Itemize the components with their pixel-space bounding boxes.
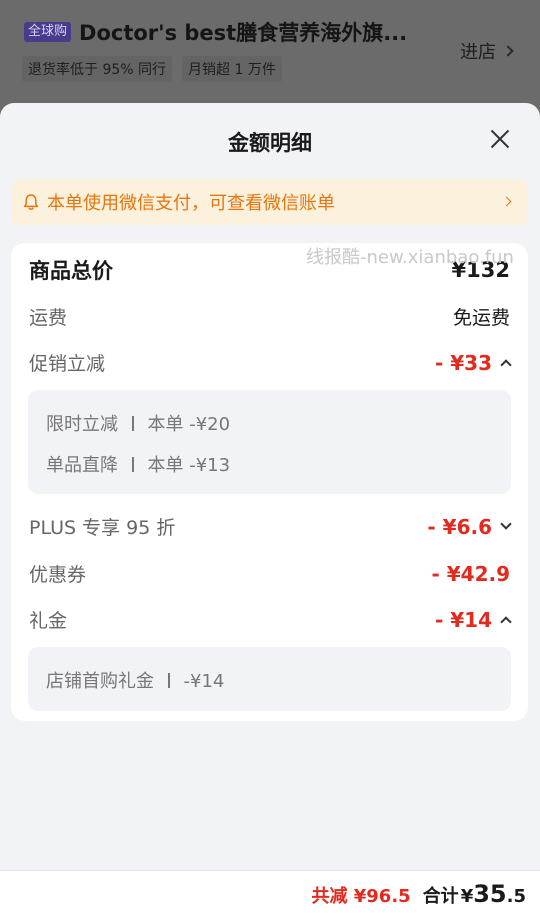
separator bbox=[132, 416, 134, 431]
promo-detail-desc: 本单 -¥13 bbox=[147, 455, 231, 476]
watermark: 线报酷-new.xianbao.fun bbox=[306, 247, 514, 268]
plus-discount-value: - ¥6.6 bbox=[427, 514, 512, 539]
separator bbox=[132, 457, 134, 472]
store-tag-return-rate: 退货率低于 95% 同行 bbox=[22, 56, 173, 82]
amount-detail-sheet: 金额明细 本单使用微信支付，可查看微信账单 商品总价 ¥132 运费 免运费 促… bbox=[0, 103, 540, 915]
total-summary: 共减 ¥96.5 合计 ¥ 35 .5 bbox=[311, 880, 526, 908]
store-title-row: 全球购 Doctor's best膳食营养海外旗... bbox=[24, 17, 407, 47]
total-amount-decimal: .5 bbox=[506, 886, 526, 907]
promo-label: 促销立减 bbox=[29, 353, 106, 375]
gift-row[interactable]: 礼金 - ¥14 bbox=[29, 606, 512, 633]
chevron-down-icon[interactable] bbox=[500, 518, 512, 530]
separator bbox=[168, 673, 170, 688]
plus-discount-label: PLUS 专享 95 折 bbox=[29, 517, 176, 539]
promo-detail-box: 限时立减 本单 -¥20 单品直降 本单 -¥13 bbox=[28, 390, 511, 494]
promo-detail-name: 限时立减 bbox=[46, 414, 118, 435]
promo-detail-desc: 本单 -¥20 bbox=[147, 414, 231, 435]
gift-amount: - ¥14 bbox=[434, 607, 492, 632]
store-tags: 退货率低于 95% 同行 月销超 1 万件 bbox=[22, 56, 282, 82]
plus-discount-amount: - ¥6.6 bbox=[427, 514, 492, 539]
total-label: 合计 bbox=[422, 886, 459, 907]
gift-value: - ¥14 bbox=[434, 607, 512, 632]
plus-discount-row[interactable]: PLUS 专享 95 折 - ¥6.6 bbox=[29, 513, 512, 540]
promo-detail-item: 限时立减 本单 -¥20 bbox=[46, 410, 230, 436]
promo-row[interactable]: 促销立减 - ¥33 bbox=[29, 349, 512, 376]
gift-label: 礼金 bbox=[29, 610, 68, 632]
gift-detail-box: 店铺首购礼金 -¥14 bbox=[28, 647, 511, 711]
store-header: 全球购 Doctor's best膳食营养海外旗... 退货率低于 95% 同行… bbox=[0, 0, 540, 110]
promo-value: - ¥33 bbox=[434, 350, 512, 375]
store-name[interactable]: Doctor's best膳食营养海外旗... bbox=[79, 17, 407, 47]
chevron-right-icon bbox=[501, 196, 512, 207]
enter-store-button[interactable]: 进店 bbox=[460, 38, 514, 64]
global-purchase-badge: 全球购 bbox=[24, 22, 72, 42]
coupon-row: 优惠券 - ¥42.9 bbox=[29, 560, 510, 587]
enter-store-label: 进店 bbox=[460, 42, 496, 63]
chevron-right-icon bbox=[502, 45, 514, 57]
total-saved: 共减 ¥96.5 bbox=[311, 886, 411, 907]
wechat-pay-notice-text: 本单使用微信支付，可查看微信账单 bbox=[47, 193, 335, 214]
coupon-value: - ¥42.9 bbox=[431, 561, 510, 586]
bell-icon bbox=[23, 194, 39, 210]
shipping-row: 运费 免运费 bbox=[29, 303, 510, 330]
shipping-value: 免运费 bbox=[452, 307, 510, 329]
gift-detail-desc: -¥14 bbox=[183, 671, 225, 692]
chevron-up-icon[interactable] bbox=[500, 616, 512, 628]
price-breakdown-card: 商品总价 ¥132 运费 免运费 促销立减 - ¥33 限时立减 本单 -¥20 … bbox=[11, 243, 528, 721]
shipping-label: 运费 bbox=[29, 307, 68, 329]
gift-detail-name: 店铺首购礼金 bbox=[46, 671, 154, 692]
goods-total-label: 商品总价 bbox=[29, 259, 113, 283]
sheet-title: 金额明细 bbox=[228, 131, 312, 155]
promo-amount: - ¥33 bbox=[434, 350, 492, 375]
wechat-pay-notice[interactable]: 本单使用微信支付，可查看微信账单 bbox=[11, 179, 528, 225]
bottom-total-bar: 共减 ¥96.5 合计 ¥ 35 .5 bbox=[0, 870, 540, 915]
store-tag-monthly-sales: 月销超 1 万件 bbox=[182, 56, 282, 82]
close-icon[interactable] bbox=[490, 129, 510, 149]
coupon-label: 优惠券 bbox=[29, 564, 87, 586]
total-currency: ¥ bbox=[460, 886, 474, 907]
chevron-up-icon[interactable] bbox=[500, 359, 512, 371]
total-amount-integer: 35 bbox=[473, 880, 507, 908]
promo-detail-name: 单品直降 bbox=[46, 455, 118, 476]
gift-detail-item: 店铺首购礼金 -¥14 bbox=[46, 667, 224, 693]
promo-detail-item: 单品直降 本单 -¥13 bbox=[46, 451, 230, 477]
